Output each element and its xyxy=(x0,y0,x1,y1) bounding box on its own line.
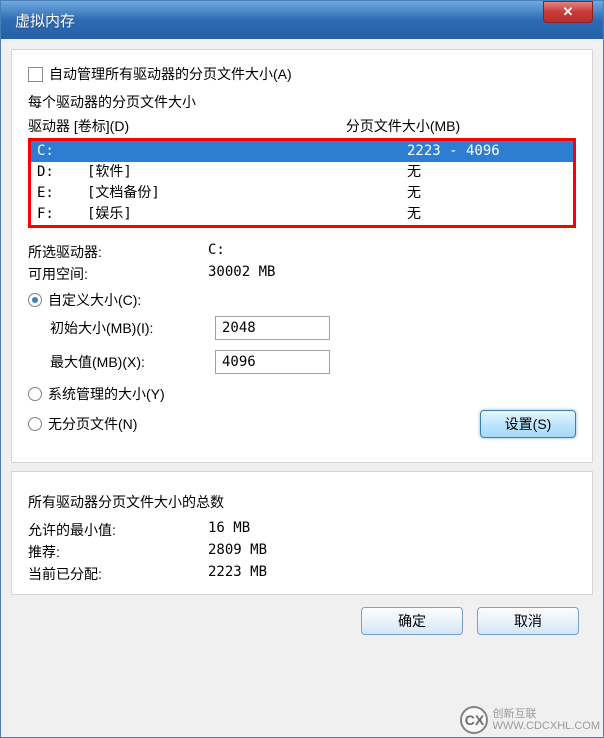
initial-size-input[interactable] xyxy=(215,316,330,340)
drive-row[interactable]: C: 2223 - 4096 xyxy=(31,141,573,162)
recommended-row: 推荐: 2809 MB xyxy=(28,542,576,562)
available-space-row: 可用空间: 30002 MB xyxy=(28,264,576,284)
totals-group: 所有驱动器分页文件大小的总数 允许的最小值: 16 MB 推荐: 2809 MB… xyxy=(11,471,593,595)
drive-letter: F: xyxy=(37,204,87,225)
selected-drive-value: C: xyxy=(208,242,576,262)
watermark-logo: CX xyxy=(460,706,488,734)
no-pagefile-radio-row: 无分页文件(N) 设置(S) xyxy=(28,410,576,438)
window-title: 虚拟内存 xyxy=(15,10,595,31)
drive-label: [娱乐] xyxy=(87,204,407,225)
drive-pagefile: 无 xyxy=(407,183,567,204)
drive-pagefile: 2223 - 4096 xyxy=(407,141,567,162)
custom-size-radio[interactable] xyxy=(28,293,42,307)
initial-size-row: 初始大小(MB)(I): xyxy=(50,316,576,340)
max-size-row: 最大值(MB)(X): xyxy=(50,350,576,374)
initial-size-label: 初始大小(MB)(I): xyxy=(50,318,215,338)
custom-size-radio-row: 自定义大小(C): xyxy=(28,290,576,310)
content-area: 自动管理所有驱动器的分页文件大小(A) 每个驱动器的分页文件大小 驱动器 [卷标… xyxy=(1,39,603,737)
drive-settings-group: 自动管理所有驱动器的分页文件大小(A) 每个驱动器的分页文件大小 驱动器 [卷标… xyxy=(11,49,593,463)
drive-pagefile: 无 xyxy=(407,162,567,183)
selected-drive-label: 所选驱动器: xyxy=(28,242,208,262)
dialog-button-row: 确定 取消 xyxy=(11,595,593,635)
system-managed-label: 系统管理的大小(Y) xyxy=(48,384,165,404)
drive-row[interactable]: E: [文档备份] 无 xyxy=(31,183,573,204)
min-allowed-value: 16 MB xyxy=(208,520,250,540)
close-icon: ✕ xyxy=(563,4,574,20)
set-button[interactable]: 设置(S) xyxy=(480,410,576,438)
drive-list[interactable]: C: 2223 - 4096 D: [软件] 无 E: [文档备份] 无 F: … xyxy=(28,138,576,228)
totals-heading: 所有驱动器分页文件大小的总数 xyxy=(28,492,576,512)
column-drive-label: 驱动器 [卷标](D) xyxy=(28,116,346,136)
drive-letter: E: xyxy=(37,183,87,204)
cancel-button[interactable]: 取消 xyxy=(477,607,579,635)
drive-row[interactable]: D: [软件] 无 xyxy=(31,162,573,183)
no-pagefile-radio[interactable] xyxy=(28,417,42,431)
drive-pagefile: 无 xyxy=(407,204,567,225)
min-allowed-row: 允许的最小值: 16 MB xyxy=(28,520,576,540)
watermark: CX 创新互联 WWW.CDCXHL.COM xyxy=(460,706,600,734)
column-pagefile-label: 分页文件大小(MB) xyxy=(346,116,576,136)
allocated-value: 2223 MB xyxy=(208,564,267,584)
drive-label xyxy=(87,141,407,162)
auto-manage-row: 自动管理所有驱动器的分页文件大小(A) xyxy=(28,64,576,84)
auto-manage-label: 自动管理所有驱动器的分页文件大小(A) xyxy=(49,64,292,84)
system-managed-radio-row: 系统管理的大小(Y) xyxy=(28,384,576,404)
titlebar: 虚拟内存 ✕ xyxy=(1,1,603,39)
available-space-label: 可用空间: xyxy=(28,264,208,284)
column-headers: 驱动器 [卷标](D) 分页文件大小(MB) xyxy=(28,116,576,136)
allocated-label: 当前已分配: xyxy=(28,564,208,584)
recommended-value: 2809 MB xyxy=(208,542,267,562)
custom-size-label: 自定义大小(C): xyxy=(48,290,141,310)
watermark-text: 创新互联 WWW.CDCXHL.COM xyxy=(492,708,600,732)
no-pagefile-label: 无分页文件(N) xyxy=(48,414,137,434)
close-button[interactable]: ✕ xyxy=(543,1,593,23)
drive-label: [文档备份] xyxy=(87,183,407,204)
drive-row[interactable]: F: [娱乐] 无 xyxy=(31,204,573,225)
virtual-memory-dialog: 虚拟内存 ✕ 自动管理所有驱动器的分页文件大小(A) 每个驱动器的分页文件大小 … xyxy=(0,0,604,738)
drive-label: [软件] xyxy=(87,162,407,183)
selected-drive-row: 所选驱动器: C: xyxy=(28,242,576,262)
auto-manage-checkbox[interactable] xyxy=(28,67,43,82)
available-space-value: 30002 MB xyxy=(208,264,576,284)
max-size-label: 最大值(MB)(X): xyxy=(50,352,215,372)
min-allowed-label: 允许的最小值: xyxy=(28,520,208,540)
allocated-row: 当前已分配: 2223 MB xyxy=(28,564,576,584)
recommended-label: 推荐: xyxy=(28,542,208,562)
max-size-input[interactable] xyxy=(215,350,330,374)
watermark-text-top: 创新互联 xyxy=(492,708,600,720)
drive-letter: C: xyxy=(37,141,87,162)
ok-button[interactable]: 确定 xyxy=(361,607,463,635)
each-drive-label: 每个驱动器的分页文件大小 xyxy=(28,92,576,112)
watermark-text-bottom: WWW.CDCXHL.COM xyxy=(492,720,600,732)
system-managed-radio[interactable] xyxy=(28,387,42,401)
drive-letter: D: xyxy=(37,162,87,183)
